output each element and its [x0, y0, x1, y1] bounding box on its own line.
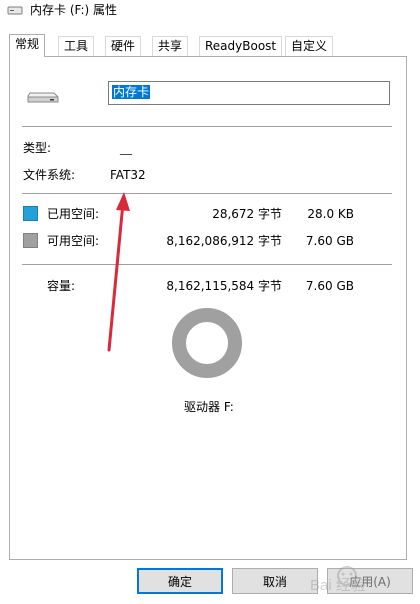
free-space-swatch	[23, 233, 38, 248]
used-space-bytes: 28,672 字节	[212, 207, 282, 221]
watermark-text: Bai 经验	[310, 577, 366, 594]
ok-button[interactable]: 确定	[137, 568, 223, 594]
type-value: __	[120, 141, 132, 155]
tab-readyboost[interactable]: ReadyBoost	[199, 36, 283, 56]
window-title: 内存卡 (F:) 属性	[30, 3, 118, 17]
tab-hardware[interactable]: 硬件	[105, 36, 142, 56]
free-space-bytes: 8,162,086,912 字节	[166, 234, 282, 248]
tab-sharing[interactable]: 共享	[152, 36, 189, 56]
tab-general[interactable]: 常规	[9, 34, 46, 57]
watermark-logo: Bai 经验	[310, 566, 366, 594]
tab-customize[interactable]: 自定义	[285, 36, 334, 56]
filesystem-value: FAT32	[110, 168, 146, 182]
used-space-size: 28.0 KB	[307, 207, 354, 221]
capacity-size: 7.60 GB	[305, 279, 354, 293]
volume-name-input[interactable]: 内存卡	[108, 81, 390, 105]
volume-name-text: 内存卡	[112, 85, 151, 99]
tab-strip: 常规 工具 硬件 共享 ReadyBoost 自定义	[9, 34, 409, 57]
free-space-size: 7.60 GB	[305, 234, 354, 248]
tab-tools[interactable]: 工具	[58, 36, 95, 56]
free-space-ring	[172, 308, 242, 378]
removable-drive-icon	[27, 92, 59, 103]
free-space-label: 可用空间:	[47, 234, 100, 248]
usage-donut-chart	[172, 308, 242, 378]
type-label: 类型:	[23, 141, 52, 155]
filesystem-label: 文件系统:	[23, 168, 76, 182]
capacity-bytes: 8,162,115,584 字节	[166, 279, 282, 293]
used-space-swatch	[23, 206, 38, 221]
divider	[22, 264, 392, 265]
divider	[22, 193, 392, 194]
drive-icon	[7, 6, 23, 15]
used-space-label: 已用空间:	[47, 207, 100, 221]
title-bar: 内存卡 (F:) 属性	[0, 0, 420, 20]
capacity-label: 容量:	[47, 279, 76, 293]
drive-letter-label: 驱动器 F:	[184, 400, 234, 414]
divider	[22, 126, 392, 127]
